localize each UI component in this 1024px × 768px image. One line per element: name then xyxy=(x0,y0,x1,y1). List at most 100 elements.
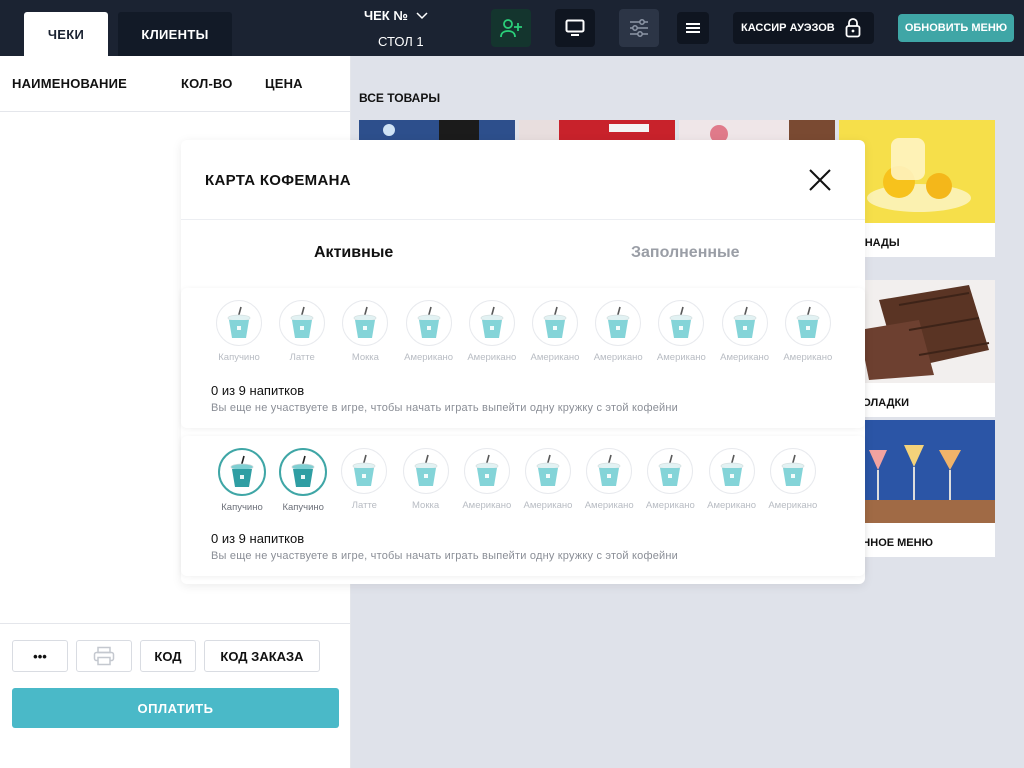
cup-stamp-empty xyxy=(468,300,515,346)
code-button[interactable]: КОД xyxy=(140,640,196,672)
cup-slot: Капучино xyxy=(211,300,267,363)
cup-stamp-empty xyxy=(658,300,705,346)
product-image xyxy=(519,120,675,140)
coffee-cup-icon xyxy=(352,454,376,486)
cup-stamp-empty xyxy=(405,300,452,346)
cup-slot: Американо xyxy=(401,300,457,363)
cup-name: Мокка xyxy=(351,352,379,363)
cup-name: Американо xyxy=(584,500,634,511)
cup-slot: Американо xyxy=(459,448,515,511)
cup-stamp-empty xyxy=(708,448,755,494)
printer-icon xyxy=(93,646,115,666)
coffee-cup-icon xyxy=(290,306,314,338)
coffee-cup-icon xyxy=(669,306,693,338)
filters-button[interactable] xyxy=(619,9,659,47)
add-user-icon xyxy=(500,19,522,38)
pay-button[interactable]: ОПЛАТИТЬ xyxy=(12,688,339,728)
coffee-cup-icon xyxy=(543,306,567,338)
cup-slot: Американо xyxy=(590,300,646,363)
divider xyxy=(0,623,351,624)
cup-name: Американо xyxy=(404,352,454,363)
cup-stamp-empty xyxy=(721,300,768,346)
cup-stamp-empty xyxy=(586,448,633,494)
coffee-card-modal: КАРТА КОФЕМАНА Активные Заполненные Капу… xyxy=(181,140,865,584)
cup-slot: Мокка xyxy=(337,300,393,363)
cup-slot: Латте xyxy=(336,448,392,511)
coffee-cup-icon xyxy=(658,454,682,486)
coffee-cup-icon xyxy=(475,454,499,486)
tab-active[interactable]: Активные xyxy=(314,244,393,262)
section-title: ВСЕ ТОВАРЫ xyxy=(359,91,441,105)
cups-row: Капучино Латте Мокка Американо Американо Амер… xyxy=(211,300,841,370)
coffee-cup-icon xyxy=(291,455,315,487)
product-card[interactable] xyxy=(679,120,835,140)
monitor-icon xyxy=(565,19,585,36)
cup-slot: Американо xyxy=(642,448,698,511)
cup-slot: Американо xyxy=(780,300,836,363)
cup-name: Латте xyxy=(351,500,377,511)
menu-button[interactable] xyxy=(677,12,709,44)
loyalty-card: Капучино Латте Мокка Американо Американо Амер… xyxy=(181,288,865,428)
cup-slot: Американо xyxy=(765,448,821,511)
cup-slot: Американо xyxy=(704,448,760,511)
cashier-button[interactable]: КАССИР АУЭЗОВ xyxy=(733,12,874,44)
coffee-cup-icon xyxy=(414,454,437,486)
modal-title: КАРТА КОФЕМАНА xyxy=(205,172,351,189)
coffee-cup-icon xyxy=(606,306,630,338)
coffee-cup-icon xyxy=(781,454,805,486)
cup-stamp-empty xyxy=(769,448,816,494)
cup-stamp-filled xyxy=(218,448,266,496)
cup-slot: Капучино xyxy=(214,448,270,513)
tab-clients[interactable]: КЛИЕНТЫ xyxy=(118,12,232,56)
column-name: НАИМЕНОВАНИЕ xyxy=(12,76,128,91)
cup-name: Американо xyxy=(523,500,573,511)
coffee-cup-icon xyxy=(597,454,621,486)
cup-stamp-empty xyxy=(341,448,388,494)
order-code-button[interactable]: КОД ЗАКАЗА xyxy=(204,640,320,672)
cup-stamp-empty xyxy=(402,448,449,494)
lock-icon xyxy=(845,18,861,38)
divider xyxy=(0,111,351,112)
cup-name: Американо xyxy=(720,352,770,363)
print-button[interactable] xyxy=(76,640,132,672)
chevron-down-icon xyxy=(416,11,428,19)
coffee-cup-icon xyxy=(480,306,504,338)
cup-stamp-empty xyxy=(595,300,642,346)
divider xyxy=(181,219,865,220)
tab-filled[interactable]: Заполненные xyxy=(631,244,740,262)
cup-slot: Мокка xyxy=(398,448,454,511)
close-icon[interactable] xyxy=(807,167,833,193)
cup-slot: Американо xyxy=(581,448,637,511)
cup-stamp-empty xyxy=(525,448,571,494)
cup-name: Капучино xyxy=(218,352,260,363)
product-card[interactable] xyxy=(519,120,675,140)
refresh-menu-button[interactable]: ОБНОВИТЬ МЕНЮ xyxy=(898,14,1014,42)
cup-name: Латте xyxy=(289,352,315,363)
column-qty: КОЛ-ВО xyxy=(181,76,233,91)
card-hint: Вы еще не участвуете в игре, чтобы начат… xyxy=(211,402,679,414)
cup-name: Капучино xyxy=(221,502,263,513)
top-bar: ЧЕКИ КЛИЕНТЫ ЧЕК № СТОЛ 1 КАССИР АУЭЗОВ … xyxy=(0,0,1024,56)
tab-cheki[interactable]: ЧЕКИ xyxy=(24,12,108,56)
cup-stamp-empty xyxy=(279,300,326,346)
product-card[interactable] xyxy=(359,120,515,140)
more-button[interactable]: ••• xyxy=(12,640,68,672)
monitor-button[interactable] xyxy=(555,9,595,47)
drinks-count: 0 из 9 напитков xyxy=(211,531,305,546)
cup-slot: Американо xyxy=(527,300,583,363)
check-title: ЧЕК № xyxy=(364,8,408,23)
cup-slot: Капучино xyxy=(275,448,331,513)
drinks-count: 0 из 9 напитков xyxy=(211,383,305,398)
cup-slot: Американо xyxy=(520,448,576,511)
cup-name: Американо xyxy=(645,500,695,511)
hamburger-icon xyxy=(686,23,700,33)
product-image xyxy=(359,120,515,140)
add-user-button[interactable] xyxy=(491,9,531,47)
cup-name: Американо xyxy=(707,500,757,511)
coffee-cup-icon xyxy=(733,306,756,338)
cup-name: Мокка xyxy=(412,500,440,511)
coffee-cup-icon xyxy=(230,455,254,487)
sliders-icon xyxy=(630,19,648,37)
check-selector[interactable]: ЧЕК № xyxy=(364,8,428,23)
cup-stamp-empty xyxy=(342,300,389,346)
